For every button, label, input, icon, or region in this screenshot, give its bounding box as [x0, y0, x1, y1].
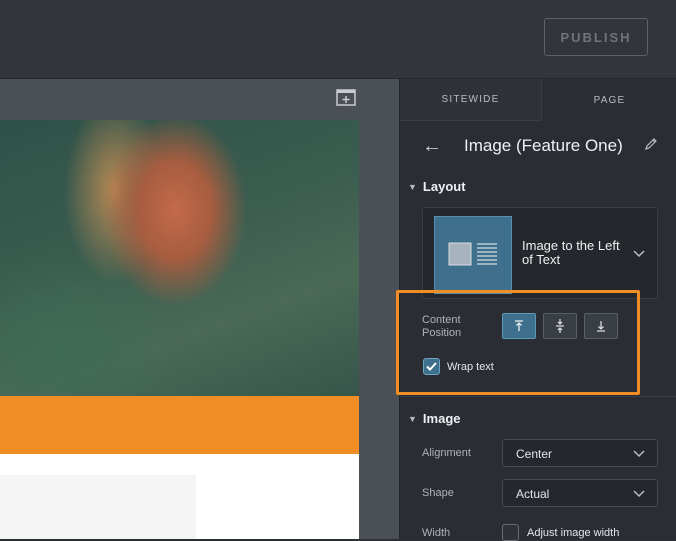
layout-selector[interactable]: Image to the Left of Text [422, 207, 658, 299]
publish-button[interactable]: PUBLISH [544, 18, 648, 56]
image-section-title: Image [422, 411, 461, 426]
alignment-label: Alignment [422, 447, 471, 459]
layout-label: Image to the Left of Text [522, 238, 620, 267]
alignment-value: Center [516, 447, 553, 461]
chevron-down-icon [633, 450, 645, 458]
width-label: Width [422, 527, 451, 539]
collapse-caret-icon: ▼ [408, 182, 417, 192]
feature-image[interactable] [0, 120, 359, 396]
alignment-select[interactable]: Center [502, 439, 658, 467]
tab-page[interactable]: PAGE [541, 79, 676, 121]
orange-band [0, 396, 359, 454]
section-divider [400, 396, 676, 397]
chevron-down-icon [633, 490, 645, 498]
layout-section-title: Layout [422, 179, 466, 194]
image-section-header[interactable]: ▼ Image [408, 411, 461, 426]
adjust-width-label: Adjust image width [527, 527, 620, 539]
canvas-area [0, 79, 399, 539]
page-preview[interactable] [0, 120, 359, 539]
shape-value: Actual [516, 487, 550, 501]
pencil-icon[interactable] [644, 137, 658, 151]
back-arrow-icon[interactable]: ← [422, 135, 442, 158]
content-block [0, 475, 196, 539]
panel-title: Image (Feature One) [464, 136, 623, 155]
adjust-width-checkbox[interactable] [502, 524, 519, 541]
highlight-annotation [396, 290, 640, 395]
panel-tabs: SITEWIDE PAGE [400, 79, 676, 121]
layout-section-header[interactable]: ▼ Layout [408, 179, 466, 194]
layout-thumbnail-icon [434, 216, 512, 294]
shape-label: Shape [422, 487, 454, 499]
collapse-caret-icon: ▼ [408, 414, 417, 424]
top-bar: PUBLISH [0, 0, 676, 79]
shape-select[interactable]: Actual [502, 479, 658, 507]
add-section-icon[interactable] [336, 89, 356, 106]
chevron-down-icon [633, 250, 645, 258]
tab-sitewide[interactable]: SITEWIDE [400, 79, 541, 121]
